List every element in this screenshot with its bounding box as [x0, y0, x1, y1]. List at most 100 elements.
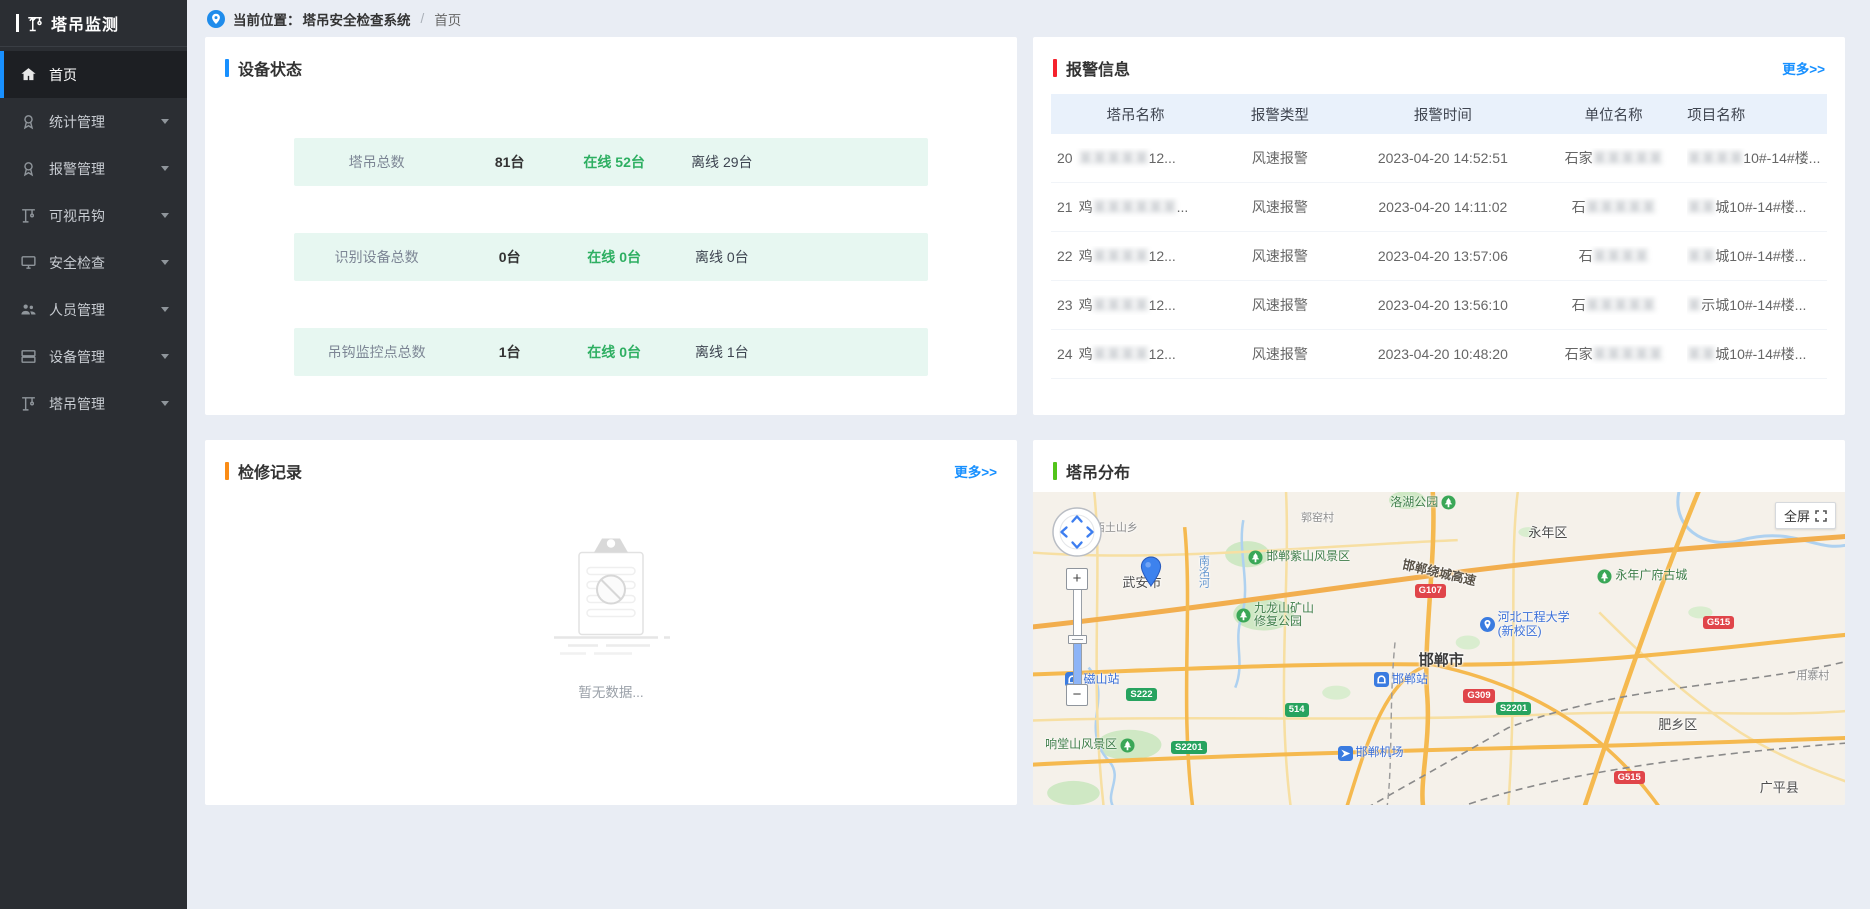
map-fullscreen-button[interactable]: 全屏 — [1775, 502, 1836, 529]
crane-location-pin[interactable] — [1138, 556, 1164, 588]
sidebar-item-safety-check[interactable]: 安全检查 — [0, 239, 187, 286]
park-poi-icon — [1248, 550, 1263, 565]
empty-text: 暂无数据... — [578, 681, 643, 701]
poi-label: 邯郸站 — [1392, 673, 1428, 687]
road-shield: S2201 — [1496, 702, 1531, 715]
alarm-table: 塔吊名称 报警类型 报警时间 单位名称 项目名称 20某某某某某12... 风速… — [1051, 94, 1827, 379]
map-poi[interactable]: 邯郸站 — [1374, 672, 1428, 687]
alarm-info-header: 报警信息 更多>> — [1033, 37, 1845, 92]
zoom-track[interactable] — [1073, 590, 1082, 684]
panel-title: 塔吊分布 — [1066, 459, 1130, 483]
chevron-down-icon — [161, 354, 169, 359]
map-poi[interactable]: 邯郸紫山风景区 — [1248, 550, 1350, 565]
breadcrumb: 当前位置：塔吊安全检查系统 / 首页 — [187, 0, 1870, 37]
road-shield: G515 — [1703, 616, 1734, 629]
col-alarm-time: 报警时间 — [1346, 104, 1540, 125]
distribution-header: 塔吊分布 — [1033, 440, 1845, 495]
rail-poi-icon — [1374, 672, 1389, 687]
poi-label: 磁山站 — [1083, 673, 1119, 687]
zoom-slider-handle[interactable] — [1068, 635, 1087, 644]
stat-offline: 离线 29台 — [668, 152, 776, 172]
map-label-village: 郭窑村 — [1301, 509, 1334, 525]
zoom-in-button[interactable]: + — [1066, 568, 1088, 590]
sidebar-item-home[interactable]: 首页 — [0, 51, 187, 98]
breadcrumb-current[interactable]: 首页 — [434, 9, 461, 29]
sidebar-item-crane[interactable]: 塔吊管理 — [0, 380, 187, 427]
alarm-more-link[interactable]: 更多>> — [1782, 58, 1825, 78]
logo-bar — [16, 14, 19, 32]
stat-row-recognition-devices: 识别设备总数 0台 在线 0台 离线 0台 — [294, 233, 927, 281]
map-poi[interactable]: 永年广府古城 — [1597, 569, 1687, 584]
map-zoom-control: + − — [1066, 568, 1088, 706]
map-poi[interactable]: 洛湖公园 — [1390, 495, 1456, 510]
panel-accent-bar — [1053, 59, 1057, 77]
park-poi-icon — [1236, 608, 1251, 623]
sidebar-item-personnel[interactable]: 人员管理 — [0, 286, 187, 333]
medal-icon — [20, 160, 37, 177]
poi-label: 永年广府古城 — [1615, 569, 1687, 583]
map-overlay: 洛湖公园邯郸紫山风景区永年广府古城九龙山矿山修复公园 河北工程大学(新校区) 磁山站… — [1033, 492, 1845, 805]
col-unit-name: 单位名称 — [1540, 104, 1687, 125]
col-crane-name: 塔吊名称 — [1051, 104, 1214, 125]
map-canvas[interactable]: 洛湖公园邯郸紫山风景区永年广府古城九龙山矿山修复公园 河北工程大学(新校区) 磁山站… — [1033, 492, 1845, 805]
people-icon — [20, 301, 37, 318]
park-poi-icon — [1597, 569, 1612, 584]
crane-icon — [20, 207, 37, 224]
dashboard-grid: 设备状态 塔吊总数 81台 在线 52台 离线 29台 识别设备总数 0台 在线… — [205, 37, 1845, 805]
zoom-fill — [1074, 643, 1081, 684]
sidebar-item-label: 人员管理 — [49, 300, 105, 320]
panel-accent-bar — [225, 462, 229, 480]
sidebar-item-statistics[interactable]: 统计管理 — [0, 98, 187, 145]
road-shield: G309 — [1463, 689, 1494, 702]
stat-online: 在线 0台 — [560, 247, 668, 267]
stat-total: 0台 — [459, 247, 560, 267]
stat-label: 吊钩监控点总数 — [294, 342, 459, 362]
sidebar-item-visual-hook[interactable]: 可视吊钩 — [0, 192, 187, 239]
poi-label: 洛湖公园 — [1390, 496, 1438, 510]
map-label-river: 南洺河 — [1195, 555, 1211, 588]
road-shield: S2201 — [1171, 741, 1206, 754]
sidebar-item-equipment[interactable]: 设备管理 — [0, 333, 187, 380]
sidebar-item-alarm[interactable]: 报警管理 — [0, 145, 187, 192]
sidebar: 塔吊监测 首页 统计管理 报警管理 可视吊钩 安全检查 — [0, 0, 187, 909]
device-status-rows: 塔吊总数 81台 在线 52台 离线 29台 识别设备总数 0台 在线 0台 离… — [205, 92, 1017, 376]
medal-icon — [20, 113, 37, 130]
alarm-table-header: 塔吊名称 报警类型 报警时间 单位名称 项目名称 — [1051, 94, 1827, 134]
stat-offline: 离线 1台 — [668, 342, 776, 362]
stat-label: 塔吊总数 — [294, 152, 459, 172]
stat-row-crane-total: 塔吊总数 81台 在线 52台 离线 29台 — [294, 138, 927, 186]
device-status-header: 设备状态 — [205, 37, 1017, 92]
sidebar-item-label: 设备管理 — [49, 347, 105, 367]
fullscreen-label: 全屏 — [1784, 506, 1810, 525]
location-pin-icon — [207, 10, 225, 28]
monitor-icon — [20, 254, 37, 271]
stat-label: 识别设备总数 — [294, 247, 459, 267]
sidebar-item-label: 安全检查 — [49, 253, 105, 273]
maintenance-panel: 检修记录 更多>> — [205, 440, 1017, 805]
road-shield: G515 — [1614, 771, 1645, 784]
zoom-out-button[interactable]: − — [1066, 684, 1088, 706]
plane-poi-icon — [1338, 746, 1353, 761]
map-poi[interactable]: 九龙山矿山修复公园 — [1236, 602, 1314, 630]
sidebar-item-label: 统计管理 — [49, 112, 105, 132]
home-icon — [20, 66, 37, 83]
road-shield: 514 — [1285, 703, 1309, 716]
map-poi[interactable]: 邯郸机场 — [1338, 746, 1404, 761]
alarm-row: 24鸡某某某某12... 风速报警 2023-04-20 10:48:20 石家… — [1051, 330, 1827, 379]
poi-label: 河北工程大学(新校区) — [1498, 611, 1570, 639]
park-poi-icon — [1120, 738, 1135, 753]
panel-title: 设备状态 — [238, 56, 302, 80]
map-poi[interactable]: 河北工程大学(新校区) — [1480, 611, 1570, 639]
map-pan-control[interactable] — [1051, 506, 1103, 558]
crane-icon — [20, 395, 37, 412]
distribution-panel: 塔吊分布 — [1033, 440, 1845, 805]
app-title: 塔吊监测 — [51, 11, 119, 35]
col-alarm-type: 报警类型 — [1214, 104, 1346, 125]
chevron-down-icon — [161, 401, 169, 406]
chevron-down-icon — [161, 213, 169, 218]
server-icon — [20, 348, 37, 365]
maintenance-more-link[interactable]: 更多>> — [954, 461, 997, 481]
map-label-district: 永年区 — [1528, 522, 1567, 541]
map-poi[interactable]: 响堂山风景区 — [1045, 738, 1135, 753]
stat-online: 在线 0台 — [560, 342, 668, 362]
